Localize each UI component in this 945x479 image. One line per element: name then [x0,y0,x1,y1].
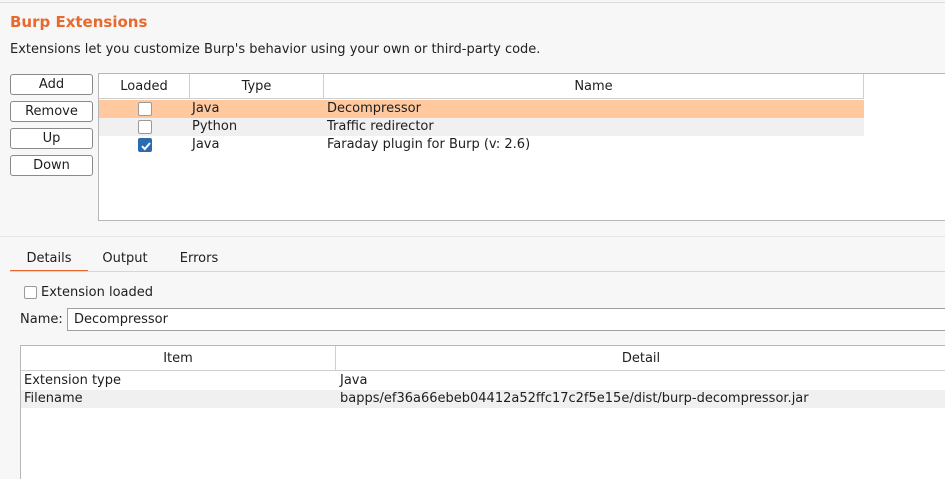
item-cell: Extension type [24,373,121,388]
loaded-checkbox[interactable] [138,102,152,116]
name-field[interactable] [67,308,945,331]
extension-type: Java [192,101,220,116]
checkmark-icon [141,142,151,151]
table-row[interactable]: Extension type Java [21,372,945,390]
column-header-item[interactable]: Item [21,346,336,371]
name-label: Name: [20,312,63,327]
extension-row-traffic-redirector[interactable]: Python Traffic redirector [99,118,864,136]
add-button[interactable]: Add [10,74,93,95]
page-title: Burp Extensions [10,13,148,31]
down-button[interactable]: Down [10,155,93,176]
page-description: Extensions let you customize Burp's beha… [10,42,541,57]
extension-row-decompressor[interactable]: Java Decompressor [99,100,864,118]
detail-cell: Java [340,373,368,388]
table-row[interactable]: Filename bapps/ef36a66ebeb04412a52ffc17c… [21,390,945,408]
up-button[interactable]: Up [10,128,93,149]
detail-cell: bapps/ef36a66ebeb04412a52ffc17c2f5e15e/d… [340,391,809,406]
tab-underline [10,271,945,272]
checkbox-box[interactable] [24,286,37,299]
extension-name: Decompressor [327,101,421,116]
loaded-checkbox[interactable] [138,120,152,134]
extensions-table-header: Loaded Type Name [99,74,864,99]
extensions-table[interactable]: Loaded Type Name Java Decompressor Pytho… [98,73,945,221]
extension-type: Python [192,119,238,134]
remove-button[interactable]: Remove [10,101,93,122]
details-table[interactable]: Item Detail Extension type Java Filename… [20,345,945,479]
extension-type: Java [192,137,220,152]
extension-row-faraday[interactable]: Java Faraday plugin for Burp (v: 2.6) [99,136,864,154]
column-header-detail[interactable]: Detail [336,346,945,371]
extension-name: Traffic redirector [327,119,434,134]
tab-details[interactable]: Details [10,250,88,272]
extension-name: Faraday plugin for Burp (v: 2.6) [327,137,531,152]
top-divider [0,2,945,3]
item-cell: Filename [24,391,83,406]
column-header-type[interactable]: Type [190,74,324,99]
loaded-checkbox-checked[interactable] [138,138,152,152]
pane-divider[interactable] [0,236,945,237]
column-header-loaded[interactable]: Loaded [99,74,190,99]
column-header-name[interactable]: Name [324,74,864,99]
tab-errors[interactable]: Errors [170,250,228,272]
details-table-header: Item Detail [21,346,945,371]
extension-loaded-label: Extension loaded [41,285,153,300]
tab-output[interactable]: Output [92,250,158,272]
